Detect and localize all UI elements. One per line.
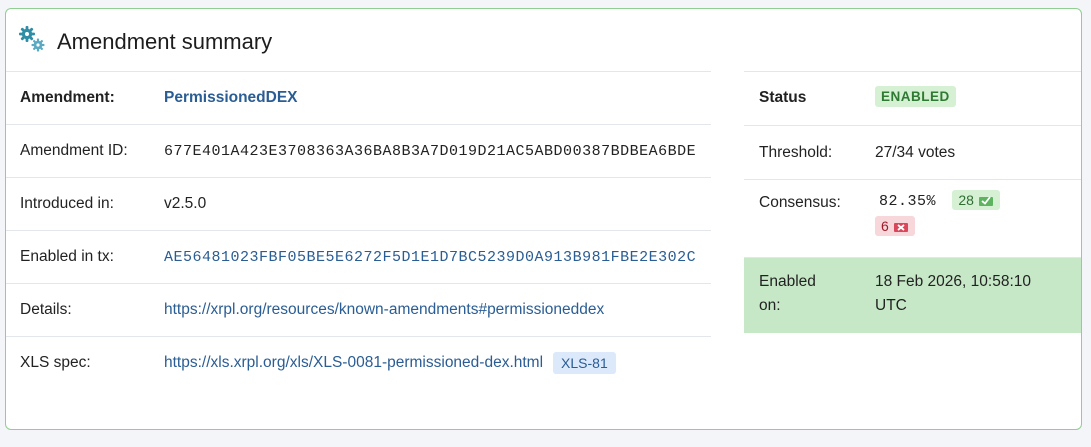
status-badge: ENABLED: [875, 86, 956, 107]
enabled-tx-link[interactable]: AE56481023FBF05BE5E6272F5D1E1D7BC5239D0A…: [164, 231, 711, 283]
yes-vote-icon: [978, 195, 993, 206]
threshold-label: Threshold:: [759, 144, 833, 161]
status-table: Status ENABLED Threshold: 27/34 votes Co…: [744, 71, 1081, 333]
status-value: ENABLED: [875, 86, 956, 107]
enabled-in-tx-label: Enabled in tx:: [20, 248, 114, 265]
amendment-id-value: 677E401A423E3708363A36BA8B3A7D019D21AC5A…: [164, 142, 697, 160]
introduced-in-label: Introduced in:: [20, 195, 114, 212]
no-votes-badge: 6: [875, 216, 915, 236]
consensus-value: 82.35% 28 6: [875, 190, 1055, 236]
yes-votes-count: 28: [958, 192, 974, 208]
no-votes-count: 6: [881, 218, 889, 234]
threshold-value: 27/34 votes: [875, 144, 956, 161]
consensus-label: Consensus:: [759, 194, 841, 211]
amendment-details-table: Amendment: PermissionedDEX Amendment ID:…: [6, 71, 711, 389]
amendment-summary-card: Amendment summary Amendment: Permissione…: [5, 8, 1082, 430]
card-title: Amendment summary: [57, 29, 273, 54]
row-introduced-in: Introduced in: v2.5.0: [6, 177, 711, 230]
consensus-percent: 82.35%: [879, 193, 937, 210]
amendment-label: Amendment:: [20, 89, 115, 106]
row-xls-spec: XLS spec: https://xls.xrpl.org/xls/XLS-0…: [6, 336, 711, 389]
enabled-on-label: Enabled on:: [759, 273, 816, 314]
no-vote-icon: [893, 222, 908, 232]
row-threshold: Threshold: 27/34 votes: [744, 125, 1081, 179]
status-label: Status: [759, 89, 807, 106]
yes-votes-badge: 28: [952, 190, 1000, 210]
introduced-in-value: v2.5.0: [164, 195, 207, 212]
row-status: Status ENABLED: [744, 71, 1081, 125]
amendment-name-link[interactable]: PermissionedDEX: [164, 72, 711, 124]
amendment-id-label: Amendment ID:: [20, 142, 128, 159]
row-enabled-in-tx: Enabled in tx: AE56481023FBF05BE5E6272F5…: [6, 230, 711, 283]
details-link[interactable]: https://xrpl.org/resources/known-amendme…: [164, 284, 711, 336]
row-amendment: Amendment: PermissionedDEX: [6, 71, 711, 124]
xls-spec-label: XLS spec:: [20, 354, 91, 371]
gears-icon: [18, 25, 48, 55]
xls-tag[interactable]: XLS-81: [553, 352, 616, 374]
row-consensus: Consensus: 82.35% 28 6: [744, 179, 1081, 257]
xls-spec-value: https://xls.xrpl.org/xls/XLS-0081-permis…: [164, 337, 711, 389]
row-enabled-on: Enabled on: 18 Feb 2026, 10:58:10 UTC: [744, 257, 1081, 333]
xls-spec-link[interactable]: https://xls.xrpl.org/xls/XLS-0081-permis…: [164, 354, 543, 372]
row-amendment-id: Amendment ID: 677E401A423E3708363A36BA8B…: [6, 124, 711, 177]
row-details: Details: https://xrpl.org/resources/know…: [6, 283, 711, 336]
details-label: Details:: [20, 301, 72, 318]
card-header: Amendment summary: [6, 9, 1081, 73]
enabled-on-value: 18 Feb 2026, 10:58:10 UTC: [875, 273, 1031, 314]
